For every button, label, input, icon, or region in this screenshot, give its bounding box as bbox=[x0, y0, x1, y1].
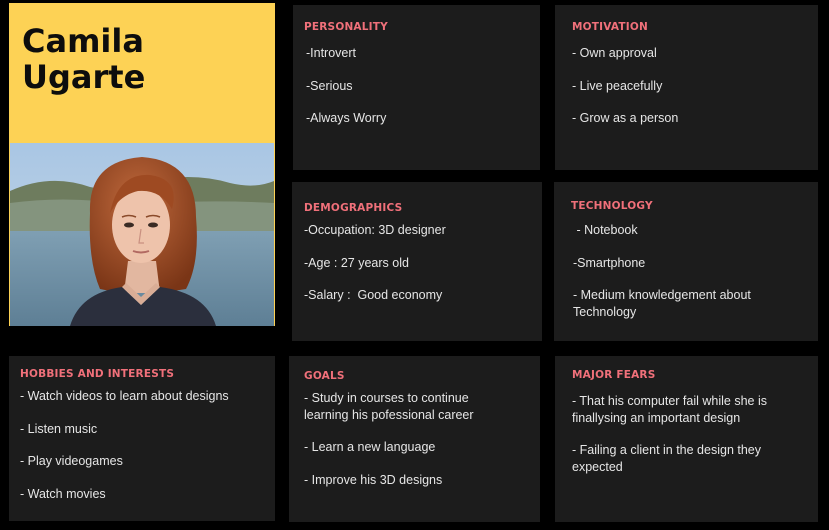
list-item: - Study in courses to continue learning … bbox=[304, 391, 474, 422]
list-item: - Learn a new language bbox=[304, 440, 436, 454]
motivation-list: - Own approval - Live peacefully - Grow … bbox=[572, 45, 807, 127]
list-item: - Live peacefully bbox=[572, 78, 663, 93]
list-item: - Watch movies bbox=[20, 486, 106, 501]
persona-photo bbox=[10, 143, 274, 326]
list-item: -Salary : Good economy bbox=[304, 288, 443, 302]
list-item: -Introvert bbox=[306, 46, 357, 60]
hobbies-list: - Watch videos to learn about designs - … bbox=[20, 388, 270, 502]
persona-header-card: Camila Ugarte bbox=[9, 3, 275, 326]
major-fears-list: - That his computer fail while she is fi… bbox=[572, 393, 797, 475]
major-fears-heading: MAJOR FEARS bbox=[572, 369, 656, 381]
major-fears-card: MAJOR FEARS - That his computer fail whi… bbox=[555, 356, 818, 522]
list-item: - Play videogames bbox=[20, 454, 123, 468]
list-item: - Watch videos to learn about designs bbox=[20, 389, 229, 403]
technology-card: TECHNOLOGY - Notebook -Smartphone - Medi… bbox=[554, 182, 818, 341]
list-item: - Failing a client in the design they ex… bbox=[572, 443, 761, 474]
demographics-list: -Occupation: 3D designer -Age : 27 years… bbox=[304, 222, 536, 304]
goals-card: GOALS - Study in courses to continue lea… bbox=[289, 356, 540, 522]
hobbies-heading: HOBBIES AND INTERESTS bbox=[20, 368, 175, 380]
list-item: - Improve his 3D designs bbox=[304, 472, 443, 487]
personality-card: PERSONALITY -Introvert -Serious -Always … bbox=[293, 5, 540, 170]
list-item: -Occupation: 3D designer bbox=[304, 223, 446, 237]
motivation-card: MOTIVATION - Own approval - Live peacefu… bbox=[555, 5, 818, 170]
technology-list: - Notebook -Smartphone - Medium knowledg… bbox=[573, 222, 793, 320]
demographics-heading: DEMOGRAPHICS bbox=[304, 202, 403, 214]
persona-first-name: Camila bbox=[22, 22, 144, 60]
motivation-heading: MOTIVATION bbox=[572, 21, 648, 33]
persona-name: Camila Ugarte bbox=[22, 23, 145, 95]
list-item: - Grow as a person bbox=[572, 111, 679, 125]
personality-list: -Introvert -Serious -Always Worry bbox=[306, 45, 531, 127]
list-item: - Listen music bbox=[20, 421, 98, 436]
list-item: -Smartphone bbox=[573, 255, 646, 270]
list-item: - That his computer fail while she is fi… bbox=[572, 394, 767, 425]
hobbies-card: HOBBIES AND INTERESTS - Watch videos to … bbox=[9, 356, 275, 521]
persona-last-name: Ugarte bbox=[22, 58, 146, 96]
list-item: - Own approval bbox=[572, 46, 657, 60]
list-item: -Always Worry bbox=[306, 111, 387, 125]
demographics-card: DEMOGRAPHICS -Occupation: 3D designer -A… bbox=[292, 182, 542, 341]
personality-heading: PERSONALITY bbox=[304, 21, 388, 33]
list-item: - Notebook bbox=[573, 223, 638, 237]
list-item: -Serious bbox=[306, 78, 353, 93]
list-item: -Age : 27 years old bbox=[304, 255, 409, 270]
technology-heading: TECHNOLOGY bbox=[571, 200, 653, 212]
goals-list: - Study in courses to continue learning … bbox=[304, 390, 504, 488]
goals-heading: GOALS bbox=[304, 370, 345, 382]
list-item: - Medium knowledgement about Technology bbox=[573, 288, 751, 319]
